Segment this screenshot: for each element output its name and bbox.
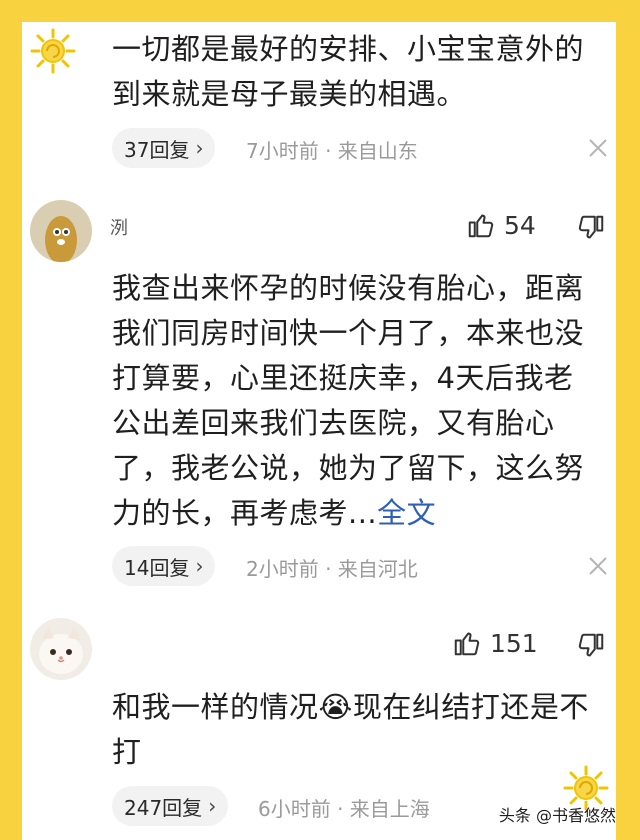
thumbs-up-icon [454,632,480,656]
thumbs-up-icon [468,214,494,238]
close-icon[interactable] [586,554,610,578]
reply-count-button[interactable]: 37回复 › [112,128,216,168]
full-text-link[interactable]: 全文 [377,496,436,530]
like-count: 151 [490,628,538,658]
reply-count-button[interactable]: 247回复 › [112,786,229,826]
close-icon[interactable] [586,136,610,160]
thumbs-down-icon[interactable] [576,631,606,661]
reply-count-label: 37回复 [124,137,190,162]
sun-icon [30,28,76,74]
like-button[interactable]: 151 [452,628,538,658]
comment-text: 和我一样的情况😭现在纠结打还是不打 [112,690,589,769]
reply-count-label: 14回复 [124,555,190,580]
comment-meta: 2小时前 · 来自河北 [246,557,418,581]
reply-count-button[interactable]: 14回复 › [112,546,216,586]
avatar-image [30,200,92,262]
watermark: 头条 @书香悠然 [498,806,616,825]
comment-text: 我查出来怀孕的时候没有胎心，距离我们同房时间快一个月了，本来也没打算要，心里还挺… [112,266,598,536]
thumbs-down-icon[interactable] [576,213,606,243]
avatar[interactable] [30,618,92,680]
comment-body: 我查出来怀孕的时候没有胎心，距离我们同房时间快一个月了，本来也没打算要，心里还挺… [112,271,585,530]
like-button[interactable]: 54 [466,210,536,240]
comment-meta: 6小时前 · 来自上海 [258,797,430,821]
chevron-right-icon: › [208,794,217,818]
chevron-right-icon: › [195,136,204,160]
comment-meta: 7小时前 · 来自山东 [246,139,418,163]
reply-count-label: 247回复 [124,795,203,820]
like-count: 54 [504,210,536,240]
chevron-right-icon: › [195,554,204,578]
avatar[interactable] [30,200,92,262]
comment-text: 一切都是最好的安排、小宝宝意外的到来就是母子最美的相遇。 [112,32,585,111]
avatar-image [30,618,92,680]
username[interactable]: 洌 [110,214,128,240]
